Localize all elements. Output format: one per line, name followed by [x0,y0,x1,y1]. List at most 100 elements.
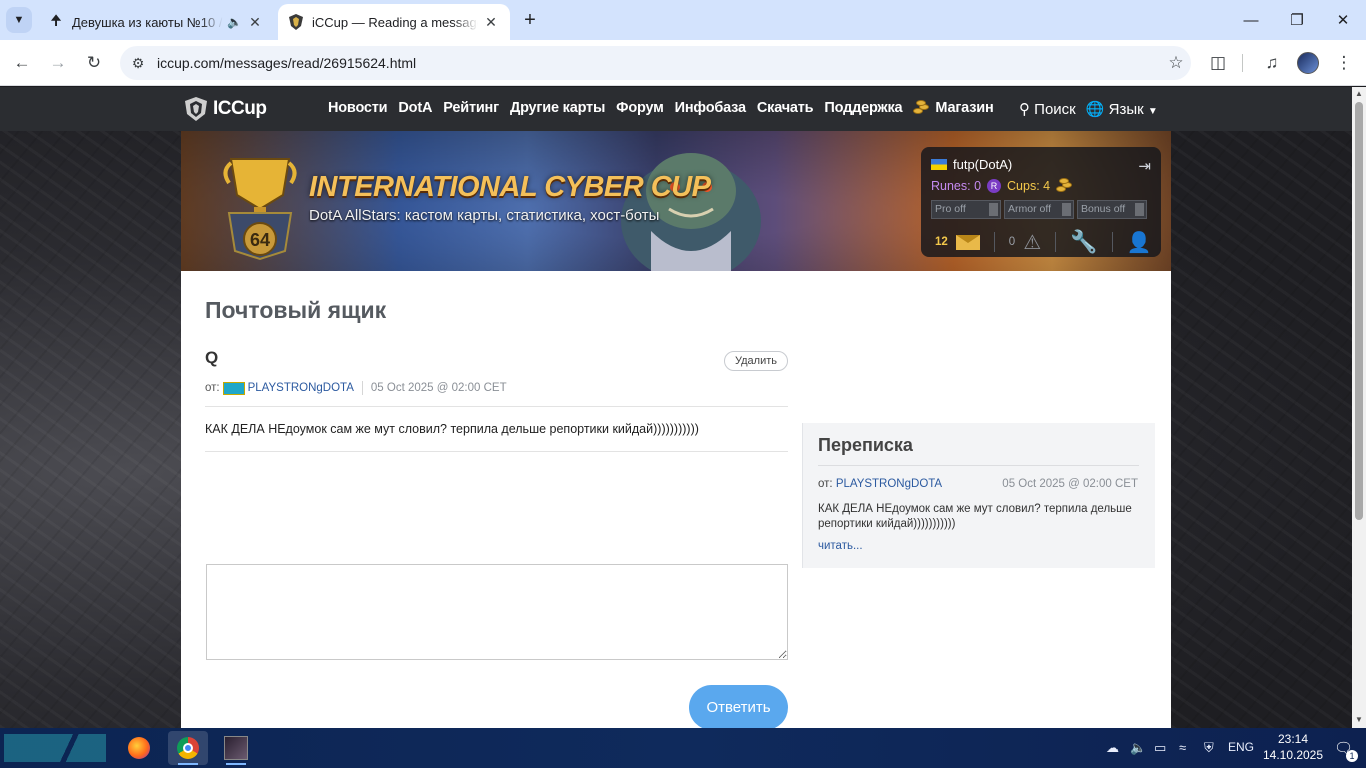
conversation-sender-link[interactable]: PLAYSTRONgDOTA [836,478,942,490]
close-tab-icon[interactable]: ✕ [482,13,500,31]
iccup-logo-icon [185,97,207,121]
nav-other-maps[interactable]: Другие карты [510,100,605,116]
nav-download[interactable]: Скачать [757,100,814,116]
bookmark-star-icon[interactable]: ☆ [1161,53,1191,73]
user-panel: futp(DotA) ⇥ Runes: 0 R Cups: 4 Pro off … [921,147,1161,257]
sender-link[interactable]: PLAYSTRONgDOTA [248,382,354,394]
friends-icon[interactable]: 👤 [1127,230,1152,255]
address-bar[interactable]: ⚙ iccup.com/messages/read/26915624.html … [120,46,1191,80]
nav-forum[interactable]: Форум [616,100,664,116]
chrome-icon [177,737,199,759]
globe-icon: 🌐 [1085,101,1105,118]
nav-right: ⚲ Поиск 🌐 Язык ▼ [1019,100,1158,118]
pro-toggle[interactable]: Pro off [931,200,1001,219]
reply-button[interactable]: Ответить [689,685,788,728]
close-window-button[interactable]: ✕ [1320,0,1366,40]
security-icon[interactable]: ⛨ [1204,740,1214,756]
forward-arrow-icon[interactable]: → [44,49,72,77]
nav-support[interactable]: Поддержка [824,100,902,116]
taskbar: ☁ 🔈 ▭ ≈ ⛨ ENG 23:14 14.10.2025 🗨 1 [0,728,1366,768]
back-arrow-icon[interactable]: ← [8,49,36,77]
reply-textarea[interactable] [206,564,788,660]
armor-toggle[interactable]: Armor off [1004,200,1074,219]
divider [993,232,995,252]
new-tab-button[interactable]: + [518,8,542,32]
bonus-toggle[interactable]: Bonus off [1077,200,1147,219]
search-link[interactable]: ⚲ Поиск [1019,100,1076,118]
active-indicator [178,763,198,765]
reload-icon[interactable]: ↻ [80,49,108,77]
start-area[interactable] [4,734,106,762]
site-logo[interactable]: ICCup [183,96,267,122]
content-area: Почтовый ящик Q Удалить от: PLAYSTRONgDO… [181,271,1171,728]
tab-title: iCCup — Reading a message fro [312,14,478,30]
speaker-icon[interactable]: 🔈 [227,15,242,29]
delete-button[interactable]: Удалить [724,351,788,371]
nav-dota[interactable]: DotA [398,100,432,116]
restore-button[interactable]: ❐ [1274,0,1320,40]
message-title: Q [205,348,219,367]
web-page: ICCup Новости DotA Рейтинг Другие карты … [0,87,1352,728]
nav-rating[interactable]: Рейтинг [443,100,499,116]
extensions-icon[interactable]: ◫ [1204,49,1232,77]
user-name[interactable]: futp(DotA) [931,157,1012,172]
mail-count[interactable]: 12 [935,236,948,248]
message-date: 05 Oct 2025 @ 02:00 CET [370,382,507,394]
warning-count[interactable]: 0 [1009,236,1015,248]
tab-music[interactable]: 🠉 Девушка из каюты №10 / Э 🔈 ✕ [38,4,274,40]
nav-shop[interactable]: Магазин [913,100,994,116]
level-number: 64 [250,230,270,250]
runes-count: Runes: 0 [931,179,982,193]
minimize-button[interactable]: — [1228,0,1274,40]
taskbar-chrome[interactable] [168,731,208,765]
cups-count: Cups: 4 [1007,179,1051,193]
user-quick-icons: 12 0 ⚠ 🔧 👤 [935,229,1151,255]
input-language[interactable]: ENG [1228,740,1254,754]
onedrive-icon[interactable]: ☁ [1106,740,1119,756]
conversation-preview: КАК ДЕЛА НЕдоумок сам же мут словил? тер… [818,503,1132,530]
wrench-icon[interactable]: 🔧 [1070,229,1097,255]
meta-divider [361,381,363,395]
iccup-shield-icon [288,14,304,30]
scrollbar-thumb[interactable] [1355,102,1363,520]
language-dropdown[interactable]: 🌐 Язык ▼ [1086,100,1158,118]
trophy-icon: 64 [223,158,297,261]
taskbar-game[interactable] [216,731,256,765]
read-more-link[interactable]: читать... [818,540,863,552]
wifi-icon[interactable]: ≈ [1179,740,1186,755]
firefox-icon [128,737,150,759]
logo-text: ICCup [213,98,267,119]
user-stats: Runes: 0 R Cups: 4 [931,178,1074,194]
tab-iccup[interactable]: iCCup — Reading a message fro ✕ [278,4,510,40]
warning-icon[interactable]: ⚠ [1023,230,1041,255]
nav-infobase[interactable]: Инфобаза [675,100,746,116]
taskbar-firefox[interactable] [119,731,159,765]
battery-icon[interactable]: ▭ [1154,740,1166,756]
banner-subtitle: DotA AllStars: кастом карты, статистика,… [309,207,660,224]
language-label: Язык [1108,101,1144,118]
conversation-panel: Переписка от: PLAYSTRONgDOTA 05 Oct 2025… [802,423,1155,568]
conversation-from: от: PLAYSTRONgDOTA [818,478,942,490]
divider [1055,232,1057,252]
close-tab-icon[interactable]: ✕ [246,13,264,31]
rune-icon: R [987,179,1002,193]
site-settings-icon[interactable]: ⚙ [122,55,154,72]
page-scrollbar[interactable]: ▲ ▼ [1352,87,1366,728]
mail-icon[interactable] [955,234,980,250]
notification-badge: 1 [1346,750,1358,762]
media-control-icon[interactable]: ♫ [1258,49,1286,77]
volume-icon[interactable]: 🔈 [1130,740,1146,756]
scroll-up-icon[interactable]: ▲ [1354,89,1364,99]
clock[interactable]: 23:14 14.10.2025 [1262,731,1324,763]
url-text[interactable]: iccup.com/messages/read/26915624.html [157,55,1161,71]
game-app-icon [224,736,248,760]
scroll-down-icon[interactable]: ▼ [1354,715,1364,725]
profile-avatar[interactable] [1297,52,1319,74]
menu-kebab-icon[interactable]: ⋮ [1330,49,1358,77]
user-name-text: futp(DotA) [953,157,1013,172]
tab-search-button[interactable]: ▼ [6,7,32,33]
logout-icon[interactable]: ⇥ [1138,157,1151,175]
caret-down-icon: ▼ [1147,106,1158,117]
nav-news[interactable]: Новости [328,100,388,116]
divider [1111,232,1113,252]
